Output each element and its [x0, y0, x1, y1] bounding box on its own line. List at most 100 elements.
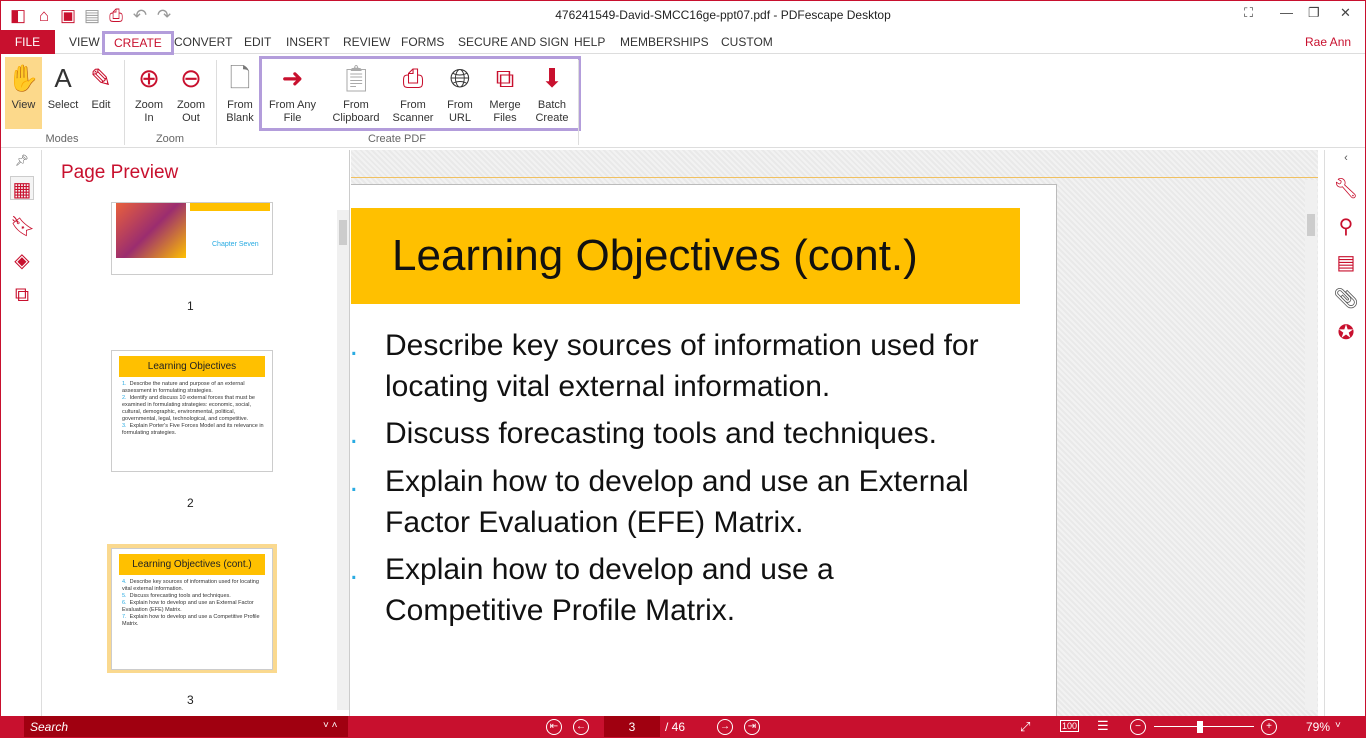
menu-edit[interactable]: EDIT	[244, 35, 271, 49]
collapse-chevron-icon[interactable]: ‹	[1333, 152, 1359, 178]
label: Zoom	[176, 99, 206, 111]
close-button[interactable]: ✕	[1340, 5, 1351, 21]
clipboard-icon: 📋︎	[339, 62, 373, 93]
label: Scanner	[392, 112, 434, 124]
next-page-button[interactable]: →	[717, 719, 733, 735]
file-convert-icon: ➜	[281, 62, 304, 93]
window-title: 476241549-David-SMCC16ge-ppt07.pdf - PDF…	[555, 8, 891, 22]
thumb-heading: Learning Objectives	[119, 356, 265, 377]
first-page-button[interactable]: ⇤	[546, 719, 562, 735]
menu-memberships[interactable]: MEMBERSHIPS	[620, 35, 709, 49]
zoom-slider-thumb[interactable]	[1197, 721, 1204, 733]
page-thumbnail-3[interactable]: Learning Objectives (cont.) 4. Describe k…	[111, 548, 273, 670]
label: From	[227, 99, 253, 111]
minimize-button[interactable]: —	[1280, 5, 1293, 20]
zoom-in-button[interactable]: ⊕ Zoom In	[130, 57, 168, 129]
label: Zoom	[134, 99, 164, 111]
select-mode-button[interactable]: A Select	[44, 57, 82, 129]
prev-page-button[interactable]: ←	[573, 719, 589, 735]
status-bar: Search ˅ ˄ ⇤ ← 3 / 46 → ⇥ ⤢ 100 ☰ − + 79…	[0, 716, 1366, 738]
zoom-out-button[interactable]: ⊖ Zoom Out	[172, 57, 210, 129]
from-url-button[interactable]: 🌐︎ From URL	[442, 57, 478, 129]
layers-icon[interactable]: ◈	[10, 248, 34, 272]
menu-view[interactable]: VIEW	[69, 35, 100, 49]
pin-icon[interactable]: 📌︎	[10, 154, 34, 178]
page-thumbnail-1[interactable]: Chapter Seven	[111, 202, 273, 275]
ribbon: ✋ View A Select ✎ Edit Modes ⊕ Zoom In ⊖ Zoom O…	[0, 55, 1366, 148]
maximize-button[interactable]: ❐	[1308, 5, 1320, 21]
slide-item: 4.Describe key sources of information us…	[351, 329, 979, 403]
zoom-dropdown-icon[interactable]: ˅	[1335, 720, 1341, 731]
preview-scrollbar[interactable]	[337, 210, 349, 710]
right-toolbar: ‹ 🔧︎ ⚲ ▤ 📎︎ ✪	[1324, 150, 1366, 716]
fit-page-icon[interactable]: ⤢	[1020, 719, 1030, 735]
from-scanner-button[interactable]: ⎙ From Scanner	[390, 57, 436, 129]
group-label-create-pdf: Create PDF	[367, 133, 427, 145]
menu-help[interactable]: HELP	[574, 35, 605, 49]
last-page-button[interactable]: ⇥	[744, 719, 760, 735]
zoom-out-button[interactable]: −	[1130, 719, 1146, 735]
menu-custom[interactable]: CUSTOM	[721, 35, 773, 49]
pencil-icon: ✎	[90, 62, 112, 93]
from-any-file-button[interactable]: ➜ From Any File	[265, 57, 320, 129]
left-toolbar: 📌︎ ▦ 🔖︎ ◈ ⧉	[0, 150, 42, 716]
label: URL	[448, 112, 471, 124]
label: Merge	[489, 99, 521, 111]
menu-secure-and-sign[interactable]: SECURE AND SIGN	[458, 35, 569, 49]
actual-size-icon[interactable]: 100	[1060, 720, 1080, 732]
wrench-icon[interactable]: 🔧︎	[1333, 176, 1359, 202]
binoculars-icon[interactable]: ⚲	[1333, 214, 1359, 240]
from-blank-button[interactable]: 🗋 From Blank	[222, 57, 258, 129]
label: Select	[47, 99, 79, 111]
page-thumbnail-2[interactable]: Learning Objectives 1. Describe the natur…	[111, 350, 273, 472]
scroll-thumb[interactable]	[339, 220, 347, 245]
slide-item: 5.Discuss forecasting tools and techniqu…	[351, 417, 937, 450]
certificate-icon[interactable]: ✪	[1333, 320, 1359, 346]
menu-review[interactable]: REVIEW	[343, 35, 390, 49]
hand-icon: ✋	[7, 62, 40, 93]
view-mode-button[interactable]: ✋ View	[5, 57, 42, 129]
menu-insert[interactable]: INSERT	[286, 35, 330, 49]
menu-bar: VIEW CREATE CONVERT EDIT INSERT REVIEW F…	[0, 30, 1366, 55]
slide-heading: Learning Objectives (cont.)	[351, 208, 1020, 304]
panel-title: Page Preview	[61, 162, 179, 183]
menu-convert[interactable]: CONVERT	[174, 35, 232, 49]
page-preview-icon[interactable]: ▦	[10, 176, 34, 201]
page-layout-icon[interactable]: ☰	[1097, 718, 1109, 734]
fullscreen-icon[interactable]: ⛶	[1244, 5, 1253, 21]
search-input[interactable]: Search	[24, 716, 348, 738]
label: Clipboard	[332, 112, 380, 124]
blank-page-icon: 🗋	[229, 62, 251, 93]
label: From	[400, 99, 426, 111]
label: Create	[535, 112, 569, 124]
attachment-icon[interactable]: 📎︎	[1333, 286, 1359, 312]
divider	[351, 177, 1318, 178]
from-clipboard-button[interactable]: 📋︎ From Clipboard	[328, 57, 384, 129]
zoom-slider[interactable]	[1154, 726, 1254, 727]
thumb-item: 7. Explain how to develop and use a Compe…	[122, 614, 260, 627]
zoom-level[interactable]: 79%	[1306, 720, 1330, 734]
label: Files	[493, 112, 517, 124]
text-select-icon: A	[54, 62, 72, 93]
menu-create[interactable]: CREATE	[102, 31, 174, 55]
merge-files-button[interactable]: ⧉ Merge Files	[484, 57, 526, 129]
thumb-item: 2. Identify and discuss 10 external force…	[122, 395, 255, 422]
document-scrollbar[interactable]	[1305, 180, 1317, 710]
zoom-in-button[interactable]: +	[1261, 719, 1277, 735]
page-number: 2	[187, 496, 194, 510]
page-number-input[interactable]: 3	[604, 716, 660, 738]
slide-item: 7.Explain how to develop and use aCompet…	[351, 553, 834, 627]
bookmark-icon[interactable]: 🔖︎	[10, 214, 35, 238]
group-label-zoom: Zoom	[155, 133, 185, 145]
pages-icon[interactable]: ⧉	[10, 284, 34, 308]
search-prev-next[interactable]: ˅ ˄	[323, 720, 337, 731]
comment-icon[interactable]: ▤	[1333, 250, 1359, 276]
edit-mode-button[interactable]: ✎ Edit	[84, 57, 118, 129]
scroll-thumb[interactable]	[1307, 214, 1315, 236]
document-view: Learning Objectives (cont.) 4.Describe k…	[351, 150, 1318, 716]
menu-forms[interactable]: FORMS	[401, 35, 444, 49]
file-menu-button[interactable]: FILE	[0, 30, 55, 54]
zoom-in-icon: ⊕	[138, 62, 160, 93]
batch-create-button[interactable]: ⬇ Batch Create	[530, 57, 574, 129]
user-name[interactable]: Rae Ann	[1305, 35, 1351, 49]
